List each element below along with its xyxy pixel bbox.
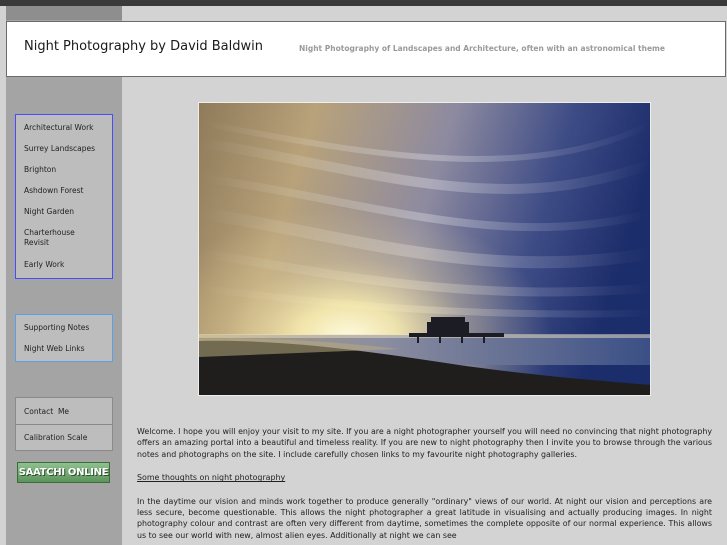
nav-item-ashdown-forest[interactable]: Ashdown Forest	[24, 186, 108, 196]
contact-nav: Contact Me Calibration Scale	[15, 397, 113, 451]
body-paragraph: In the daytime our vision and minds work…	[137, 496, 712, 540]
nav-item-contact-me[interactable]: Contact Me	[24, 407, 108, 417]
nav-item-architectural-work[interactable]: Architectural Work	[24, 123, 108, 133]
nav-item-night-web-links[interactable]: Night Web Links	[24, 344, 108, 354]
site-header: Night Photography by David Baldwin Night…	[6, 21, 726, 77]
nav-item-brighton[interactable]: Brighton	[24, 165, 108, 175]
site-title[interactable]: Night Photography by David Baldwin	[24, 39, 263, 54]
site-tagline: Night Photography of Landscapes and Arch…	[299, 44, 665, 53]
night-photography-thoughts-link[interactable]: Some thoughts on night photography	[137, 472, 285, 483]
night-pier-image	[199, 103, 650, 395]
contact-divider	[16, 424, 112, 425]
sidebar-column-top	[6, 6, 122, 20]
nav-item-night-garden[interactable]: Night Garden	[24, 207, 108, 217]
nav-item-early-work[interactable]: Early Work	[24, 260, 108, 270]
nav-item-charterhouse-revisit[interactable]: Charterhouse Revisit	[24, 228, 84, 248]
support-nav: Supporting Notes Night Web Links	[15, 314, 113, 362]
featured-photo	[198, 102, 651, 396]
nav-item-calibration-scale[interactable]: Calibration Scale	[24, 433, 108, 443]
intro-paragraph: Welcome. I hope you will enjoy your visi…	[137, 427, 712, 459]
main-content: Welcome. I hope you will enjoy your visi…	[137, 426, 712, 545]
nav-item-supporting-notes[interactable]: Supporting Notes	[24, 323, 108, 333]
gallery-nav: Architectural Work Surrey Landscapes Bri…	[15, 114, 113, 279]
nav-item-surrey-landscapes[interactable]: Surrey Landscapes	[24, 144, 108, 154]
saatchi-online-badge[interactable]: SAATCHI ONLINE	[17, 462, 110, 483]
